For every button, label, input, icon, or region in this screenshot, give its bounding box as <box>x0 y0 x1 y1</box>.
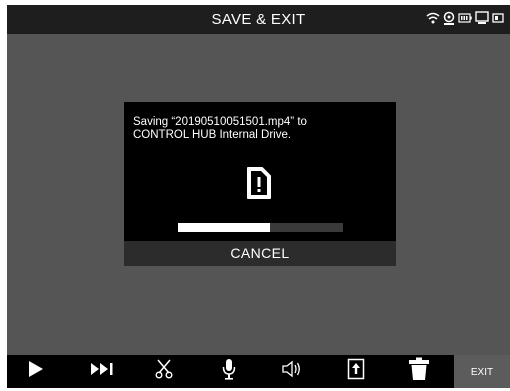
status-icons <box>426 10 504 31</box>
saving-message: Saving “20190510051501.mp4” to CONTROL H… <box>133 116 393 142</box>
saving-message-line1: Saving “20190510051501.mp4” to <box>133 116 307 128</box>
monitor-icon <box>475 10 489 30</box>
cut-button[interactable] <box>150 355 178 388</box>
play-icon <box>28 360 44 383</box>
cut-icon <box>155 359 173 384</box>
skip-forward-button[interactable] <box>85 355 119 388</box>
device-screen: SAVE & EXIT Saving “20190510051501.mp4” … <box>7 5 510 388</box>
save-progress-bar <box>178 223 343 232</box>
exit-button[interactable]: EXIT <box>454 355 510 388</box>
wifi-icon <box>426 11 440 30</box>
delete-button[interactable] <box>404 355 434 388</box>
export-icon <box>347 358 365 385</box>
microphone-icon <box>222 358 236 385</box>
microphone-button[interactable] <box>215 355 243 388</box>
drive-icon <box>492 11 504 29</box>
saving-dialog: Saving “20190510051501.mp4” to CONTROL H… <box>124 102 396 261</box>
volume-button[interactable] <box>277 355 307 388</box>
file-warning-icon <box>246 166 272 200</box>
trash-icon <box>408 357 430 386</box>
save-progress-fill <box>178 223 271 232</box>
export-button[interactable] <box>342 355 370 388</box>
battery-icon <box>458 11 472 29</box>
cancel-button[interactable]: CANCEL <box>124 241 396 266</box>
bottom-toolbar: EXIT <box>7 355 510 388</box>
camera-icon <box>443 10 455 31</box>
skip-forward-icon <box>90 362 114 381</box>
volume-icon <box>282 360 302 383</box>
saving-message-line2: CONTROL HUB Internal Drive. <box>133 129 292 141</box>
play-button[interactable] <box>21 355 51 388</box>
top-bar: SAVE & EXIT <box>7 5 510 34</box>
